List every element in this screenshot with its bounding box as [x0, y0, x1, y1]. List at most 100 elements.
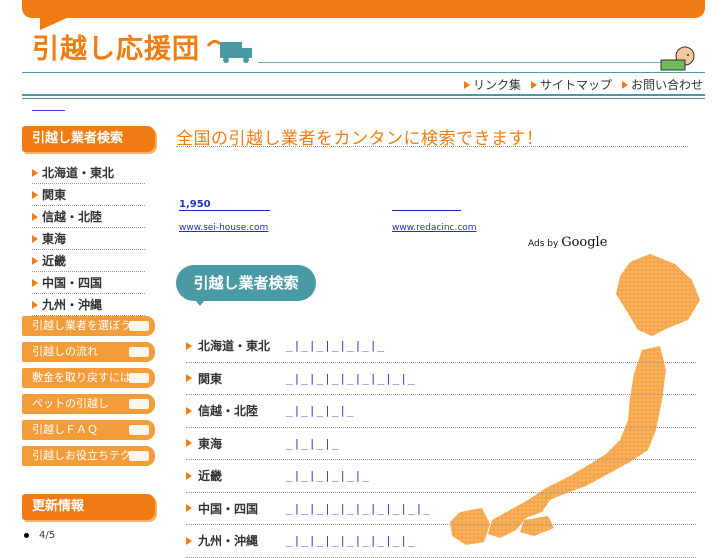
sidebar-item-region[interactable]: 近畿	[32, 250, 145, 272]
region-name[interactable]: 近畿	[186, 467, 286, 484]
arrow-right-icon	[186, 439, 192, 448]
region-name[interactable]: 東海	[186, 435, 286, 452]
sidebar-button-flow[interactable]: 引越しの流れ	[22, 342, 155, 362]
arrow-right-icon	[32, 300, 38, 309]
news-item-date: 4/5	[39, 530, 56, 541]
bullet-icon	[24, 533, 29, 538]
ad-link-2[interactable]	[392, 210, 461, 211]
ad-url-2[interactable]: www.redacinc.com	[392, 223, 477, 233]
truck-icon	[129, 347, 149, 357]
sidebar-search-heading: 引越し業者検索	[22, 126, 155, 152]
truck-icon	[129, 373, 149, 383]
sidebar-item-label: 近畿	[42, 254, 67, 268]
region-pref-links[interactable]: _|_|_|_|_|_|_|_|_|_	[286, 502, 431, 515]
region-row: 関東 _|_|_|_|_|_|_|_|_	[186, 363, 696, 395]
sidebar-button-deposit[interactable]: 敷金を取り戻すには	[22, 368, 155, 388]
sidebar-item-label: 東海	[42, 232, 67, 246]
region-pref-links[interactable]: _|_|_|_|_|_|_|_|_	[286, 534, 416, 547]
sidebar-button-faq[interactable]: 引越しＦＡＱ	[22, 420, 155, 440]
sidebar-item-region[interactable]: 中国・四国	[32, 272, 145, 294]
region-row: 北海道・東北 _|_|_|_|_|_|_	[186, 330, 696, 363]
truck-icon	[129, 321, 149, 331]
arrow-right-icon	[186, 341, 192, 350]
region-name-label: 近畿	[198, 469, 223, 484]
sidebar-news-heading: 更新情報	[22, 494, 155, 520]
region-pref-links[interactable]: _|_|_|_|_|_	[286, 469, 370, 482]
region-name[interactable]: 北海道・東北	[186, 337, 286, 354]
ad-link-count[interactable]: 1,950	[179, 199, 211, 210]
arrow-right-icon	[621, 80, 628, 89]
region-row: 九州・沖縄 _|_|_|_|_|_|_|_|_	[186, 525, 696, 558]
sidebar-button-label: 引越しＦＡＱ	[32, 423, 98, 436]
ads-by-label: Ads by	[528, 239, 559, 249]
sidebar-button-choose[interactable]: 引越し業者を選ぼう	[22, 316, 155, 336]
title-divider	[176, 146, 688, 147]
home-link[interactable]	[32, 104, 65, 111]
arrow-right-icon	[186, 374, 192, 383]
nav-contact[interactable]: お問い合わせ	[621, 76, 703, 93]
sidebar-button-label: 引越しお役立ちテク	[32, 449, 131, 462]
sidebar-item-region[interactable]: 東海	[32, 228, 145, 250]
google-logo: Google	[561, 235, 608, 250]
sidebar-item-region[interactable]: 関東	[32, 184, 145, 206]
region-name-label: 九州・沖縄	[198, 534, 259, 549]
site-logo[interactable]: 引越し応援団	[32, 34, 256, 66]
region-name[interactable]: 信越・北陸	[186, 402, 286, 419]
nav-links[interactable]: リンク集	[463, 76, 521, 93]
sidebar-button-label: 引越し業者を選ぼう	[32, 319, 131, 332]
arrow-right-icon	[32, 278, 38, 287]
nav-sitemap[interactable]: サイトマップ	[530, 76, 612, 93]
sidebar-button-label: ペットの引越し	[32, 397, 109, 410]
region-name[interactable]: 九州・沖縄	[186, 532, 286, 549]
region-pref-links[interactable]: _|_|_|_|_	[286, 404, 355, 417]
region-name-label: 中国・四国	[198, 501, 259, 516]
arrow-right-icon	[32, 256, 38, 265]
mascot-icon	[660, 46, 695, 71]
region-row: 信越・北陸 _|_|_|_|_	[186, 395, 696, 428]
region-name[interactable]: 中国・四国	[186, 500, 286, 517]
news-item[interactable]: 4/5	[24, 530, 55, 541]
arrow-right-icon	[32, 168, 38, 177]
truck-icon	[129, 451, 149, 461]
truck-icon	[129, 399, 149, 409]
arrow-right-icon	[32, 190, 38, 199]
sidebar-region-list: 北海道・東北 関東 信越・北陸 東海 近畿 中国・四国 九州・沖縄	[32, 162, 145, 316]
sidebar-item-region[interactable]: 信越・北陸	[32, 206, 145, 228]
top-banner-bar	[22, 0, 705, 18]
truck-icon	[206, 39, 252, 63]
sidebar-button-label: 敷金を取り戻すには	[32, 371, 131, 384]
sidebar-button-pet[interactable]: ペットの引越し	[22, 394, 155, 414]
region-name-label: 東海	[198, 436, 223, 451]
region-pref-links[interactable]: _|_|_|_|_|_|_	[286, 339, 385, 352]
arrow-right-icon	[32, 234, 38, 243]
header-divider	[22, 72, 705, 73]
arrow-right-icon	[32, 212, 38, 221]
bubble-tail	[192, 296, 208, 306]
region-pref-links[interactable]: _|_|_|_|_|_|_|_|_	[286, 372, 416, 385]
nav-link-label: リンク集	[472, 78, 521, 92]
sidebar-item-region[interactable]: 北海道・東北	[32, 162, 145, 184]
nav-sitemap-label: サイトマップ	[539, 78, 612, 92]
sidebar-item-label: 九州・沖縄	[42, 298, 103, 312]
logo-underline	[258, 62, 662, 63]
region-name-label: 関東	[198, 371, 223, 386]
sidebar-button-tips[interactable]: 引越しお役立ちテク	[22, 446, 155, 466]
arrow-right-icon	[530, 80, 537, 89]
arrow-right-icon	[186, 536, 192, 545]
arrow-right-icon	[463, 80, 470, 89]
top-nav: リンク集 サイトマップ お問い合わせ	[463, 76, 703, 93]
ads-by-google[interactable]: Ads by Google	[528, 235, 607, 250]
nav-divider-thin	[22, 98, 705, 99]
ad-url-1[interactable]: www.sei-house.com	[179, 223, 268, 233]
sidebar-item-region[interactable]: 九州・沖縄	[32, 294, 145, 316]
region-name-label: 北海道・東北	[198, 339, 271, 354]
sidebar-item-label: 北海道・東北	[42, 166, 115, 180]
sidebar-item-label: 関東	[42, 188, 67, 202]
arrow-right-icon	[186, 504, 192, 513]
region-row: 近畿 _|_|_|_|_|_	[186, 460, 696, 493]
arrow-right-icon	[186, 471, 192, 480]
region-pref-links[interactable]: _|_|_|_	[286, 437, 339, 450]
region-table: 北海道・東北 _|_|_|_|_|_|_ 関東 _|_|_|_|_|_|_|_|…	[186, 330, 696, 558]
sidebar-button-label: 引越しの流れ	[32, 345, 98, 358]
region-name[interactable]: 関東	[186, 370, 286, 387]
